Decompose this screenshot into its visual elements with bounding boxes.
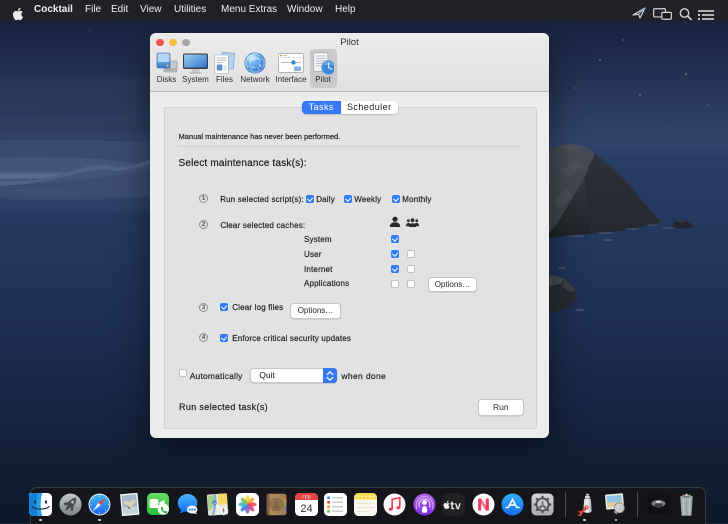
svg-text:24: 24 (300, 503, 312, 515)
svg-text:FEB: FEB (302, 494, 311, 499)
